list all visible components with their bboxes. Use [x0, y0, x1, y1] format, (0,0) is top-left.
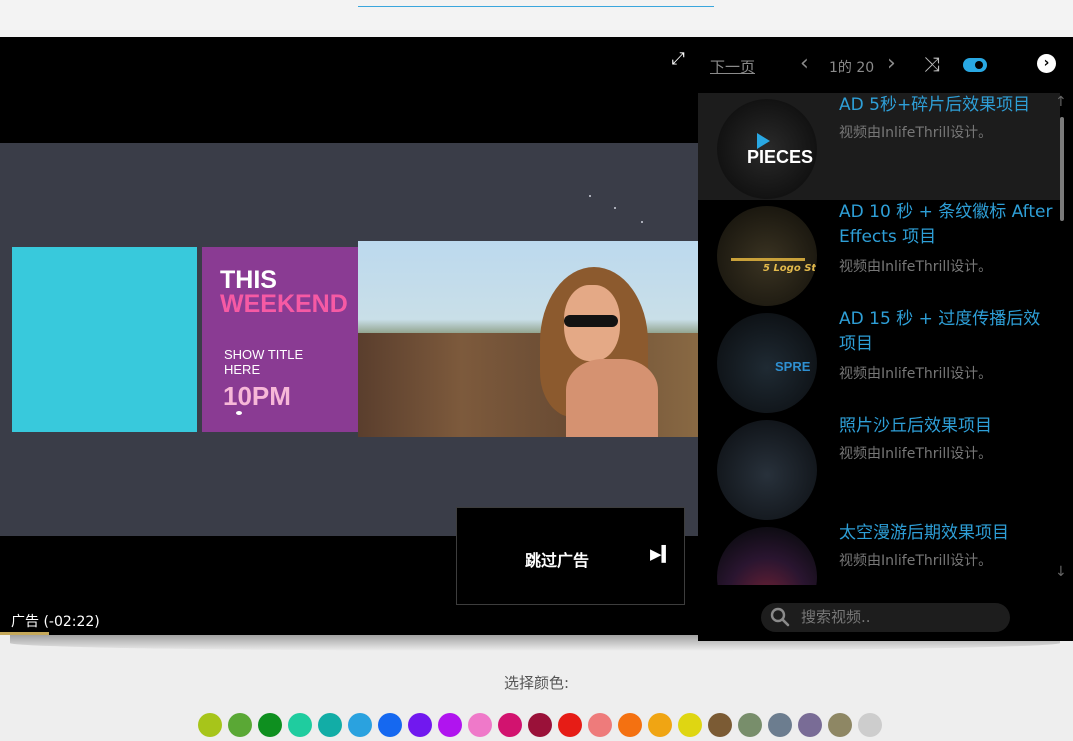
video-frame[interactable]: THIS WEEKEND SHOW TITLE HERE 10PM [0, 143, 698, 536]
search-icon [770, 607, 790, 627]
color-picker-label: 选择颜色: [503, 674, 570, 692]
color-swatch[interactable] [528, 713, 552, 737]
ad-countdown: 广告 (-02:22) [11, 614, 100, 630]
color-swatch[interactable] [678, 713, 702, 737]
color-swatch[interactable] [348, 713, 372, 737]
video-bullet [236, 411, 242, 415]
color-swatch[interactable] [738, 713, 762, 737]
autoplay-toggle[interactable] [963, 58, 987, 72]
playlist-item-author: 视频由InlifeThrill设计。 [839, 446, 993, 462]
playlist-item-title[interactable]: AD 10 秒 + 条纹徽标 After Effects 项目 [839, 200, 1054, 250]
video-title-line2: WEEKEND [220, 290, 348, 318]
playlist-item[interactable]: 太空漫游后期效果项目 视频由InlifeThrill设计。 [698, 521, 1060, 585]
color-swatch[interactable] [498, 713, 522, 737]
video-thumbnail: 5 Logo St [717, 206, 817, 306]
playlist-item[interactable]: SPRE AD 15 秒 + 过度传播后效项目 视频由InlifeThrill设… [698, 307, 1060, 414]
playlist-search-box[interactable] [761, 603, 1010, 632]
color-swatch[interactable] [378, 713, 402, 737]
color-swatch[interactable] [198, 713, 222, 737]
color-swatch[interactable] [408, 713, 432, 737]
thumbnail-text: 5 Logo St [763, 263, 817, 274]
color-swatch[interactable] [468, 713, 492, 737]
video-thumbnail: SPRE [717, 313, 817, 413]
playlist-header: 下一页 ‹ 1的 20 › ⤨ › [698, 37, 1073, 93]
scroll-up-arrow-icon[interactable]: ↑ [1055, 94, 1067, 110]
playlist-item-title[interactable]: AD 5秒+碎片后效果项目 [839, 93, 1054, 118]
page-top-bar [0, 0, 1073, 37]
color-swatch[interactable] [558, 713, 582, 737]
playlist-item-author: 视频由InlifeThrill设计。 [839, 553, 993, 569]
playlist-item[interactable]: 照片沙丘后效果项目 视频由InlifeThrill设计。 [698, 414, 1060, 521]
thumbnail-text: PIECES [747, 147, 814, 167]
playlist-item-title[interactable]: AD 15 秒 + 过度传播后效项目 [839, 307, 1054, 357]
video-show-title: SHOW TITLE HERE [224, 347, 304, 377]
video-panel-photo [358, 241, 698, 437]
color-swatch[interactable] [828, 713, 852, 737]
playlist-item-author: 视频由InlifeThrill设计。 [839, 366, 993, 382]
video-panel-cyan [12, 247, 197, 432]
color-swatch[interactable] [858, 713, 882, 737]
skip-next-icon: ▶▍ [650, 545, 674, 563]
sparkle-dot [614, 207, 616, 209]
color-swatch[interactable] [318, 713, 342, 737]
color-swatch[interactable] [438, 713, 462, 737]
playlist-item-author: 视频由InlifeThrill设计。 [839, 259, 993, 275]
sparkle-dot [641, 221, 643, 223]
playlist-items: PIECES AD 5秒+碎片后效果项目 视频由InlifeThrill设计。 … [698, 93, 1073, 585]
color-swatch[interactable] [798, 713, 822, 737]
top-divider-line [358, 6, 714, 7]
shuffle-icon[interactable]: ⤨ [924, 52, 940, 76]
expand-arrows-icon[interactable]: ⤢ [668, 49, 688, 69]
thumbnail-text: SPRE [775, 359, 811, 374]
video-thumbnail [717, 527, 817, 585]
toggle-knob [975, 61, 983, 69]
playlist-item-title[interactable]: 太空漫游后期效果项目 [839, 521, 1054, 546]
color-swatches [198, 713, 888, 739]
page-count: 1的 20 [829, 60, 875, 76]
next-page-link[interactable]: 下一页 [710, 56, 755, 77]
playlist-item-author: 视频由InlifeThrill设计。 [839, 125, 993, 141]
playlist-item-title[interactable]: 照片沙丘后效果项目 [839, 414, 1054, 439]
skip-ad-button[interactable]: 跳过广告 ▶▍ [456, 507, 685, 605]
skip-ad-label: 跳过广告 [525, 551, 590, 570]
video-time: 10PM [223, 381, 291, 411]
chevron-right-icon[interactable]: › [887, 51, 896, 77]
color-swatch[interactable] [648, 713, 672, 737]
search-input[interactable] [801, 607, 1001, 627]
playlist-panel: 下一页 ‹ 1的 20 › ⤨ › PIECES AD 5秒+碎片后效果项目 视… [698, 37, 1073, 641]
scroll-down-arrow-icon[interactable]: ↓ [1055, 564, 1067, 580]
circle-chevron-right-icon[interactable]: › [1037, 54, 1056, 73]
color-swatch[interactable] [288, 713, 312, 737]
sparkle-dot [589, 195, 591, 197]
color-swatch[interactable] [768, 713, 792, 737]
playlist-item[interactable]: 5 Logo St AD 10 秒 + 条纹徽标 After Effects 项… [698, 200, 1060, 307]
playlist-scrollbar-thumb[interactable] [1060, 117, 1064, 221]
color-swatch[interactable] [258, 713, 282, 737]
video-thumbnail: PIECES [717, 99, 817, 199]
thumbnail-stripe [731, 258, 805, 261]
photo-person-sunglasses [564, 315, 618, 327]
video-thumbnail [717, 420, 817, 520]
photo-person-shoulder [566, 359, 658, 437]
color-swatch[interactable] [228, 713, 252, 737]
playlist-item[interactable]: PIECES AD 5秒+碎片后效果项目 视频由InlifeThrill设计。 [698, 93, 1060, 200]
color-swatch[interactable] [618, 713, 642, 737]
color-swatch[interactable] [708, 713, 732, 737]
color-swatch[interactable] [588, 713, 612, 737]
video-player[interactable]: ⤢ THIS WEEKEND SHOW TITLE HERE 10PM 跳过广告… [0, 37, 698, 635]
chevron-left-icon[interactable]: ‹ [800, 51, 809, 77]
